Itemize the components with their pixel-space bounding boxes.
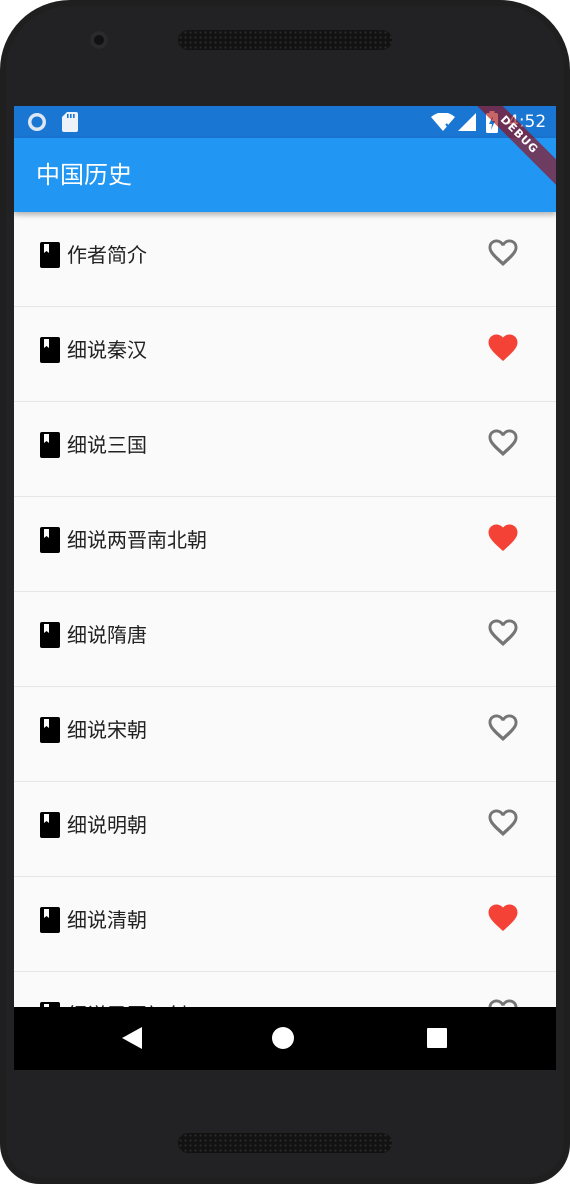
book-icon [40, 432, 60, 458]
book-icon [40, 907, 60, 933]
screen: 4:52 DEBUG 中国历史 作者简介 细说秦汉 细说三国 细说两晋南北朝 细说隋唐细… [14, 106, 556, 1070]
list-item[interactable]: 细说秦汉 [14, 307, 556, 402]
list-item[interactable]: 作者简介 [14, 212, 556, 307]
heart-outline-icon[interactable] [488, 429, 518, 457]
list-item-label: 细说三国 [67, 433, 147, 457]
phone-frame: 4:52 DEBUG 中国历史 作者简介 细说秦汉 细说三国 细说两晋南北朝 细说隋唐细… [0, 0, 570, 1184]
book-icon [40, 527, 60, 553]
page-title: 中国历史 [36, 161, 132, 189]
heart-outline-icon[interactable] [488, 239, 518, 267]
back-icon[interactable] [122, 1027, 142, 1049]
book-icon [40, 242, 60, 268]
bottom-speaker [178, 1133, 392, 1153]
list-item-label: 细说两晋南北朝 [67, 528, 207, 552]
list-item[interactable]: 细说宋朝 [14, 687, 556, 782]
list-item[interactable]: 细说清朝 [14, 877, 556, 972]
book-icon [40, 337, 60, 363]
heart-outline-icon[interactable] [488, 809, 518, 837]
list-item[interactable]: 细说两晋南北朝 [14, 497, 556, 592]
list-item[interactable]: 细说三国 [14, 402, 556, 497]
book-icon [40, 717, 60, 743]
list-item-label: 细说宋朝 [67, 718, 147, 742]
earpiece-speaker [178, 30, 392, 50]
sd-card-icon [62, 112, 78, 132]
history-list: 作者简介细说秦汉细说三国细说两晋南北朝细说隋唐细说宋朝细说明朝细说清朝细说民国初… [14, 212, 556, 1067]
list-item-label: 作者简介 [67, 243, 147, 267]
list-item-label: 细说秦汉 [67, 338, 147, 362]
status-bar: 4:52 [14, 106, 556, 138]
list-item-label: 细说隋唐 [67, 623, 147, 647]
favorite-heart-icon[interactable] [488, 334, 518, 362]
wifi-icon [431, 113, 455, 131]
front-camera [90, 31, 108, 49]
favorite-heart-icon[interactable] [488, 524, 518, 552]
app-bar: 中国历史 [14, 138, 556, 212]
recents-icon[interactable] [427, 1028, 447, 1048]
book-icon [40, 622, 60, 648]
list-item[interactable]: 细说隋唐 [14, 592, 556, 687]
book-icon [40, 812, 60, 838]
list-item-label: 细说明朝 [67, 813, 147, 837]
list-item-label: 细说清朝 [67, 908, 147, 932]
signal-icon [458, 113, 476, 131]
list-item[interactable]: 细说明朝 [14, 782, 556, 877]
home-icon[interactable] [272, 1027, 294, 1049]
circle-notification-icon [28, 113, 46, 131]
favorite-heart-icon[interactable] [488, 904, 518, 932]
navigation-bar [14, 1007, 556, 1070]
heart-outline-icon[interactable] [488, 619, 518, 647]
heart-outline-icon[interactable] [488, 714, 518, 742]
